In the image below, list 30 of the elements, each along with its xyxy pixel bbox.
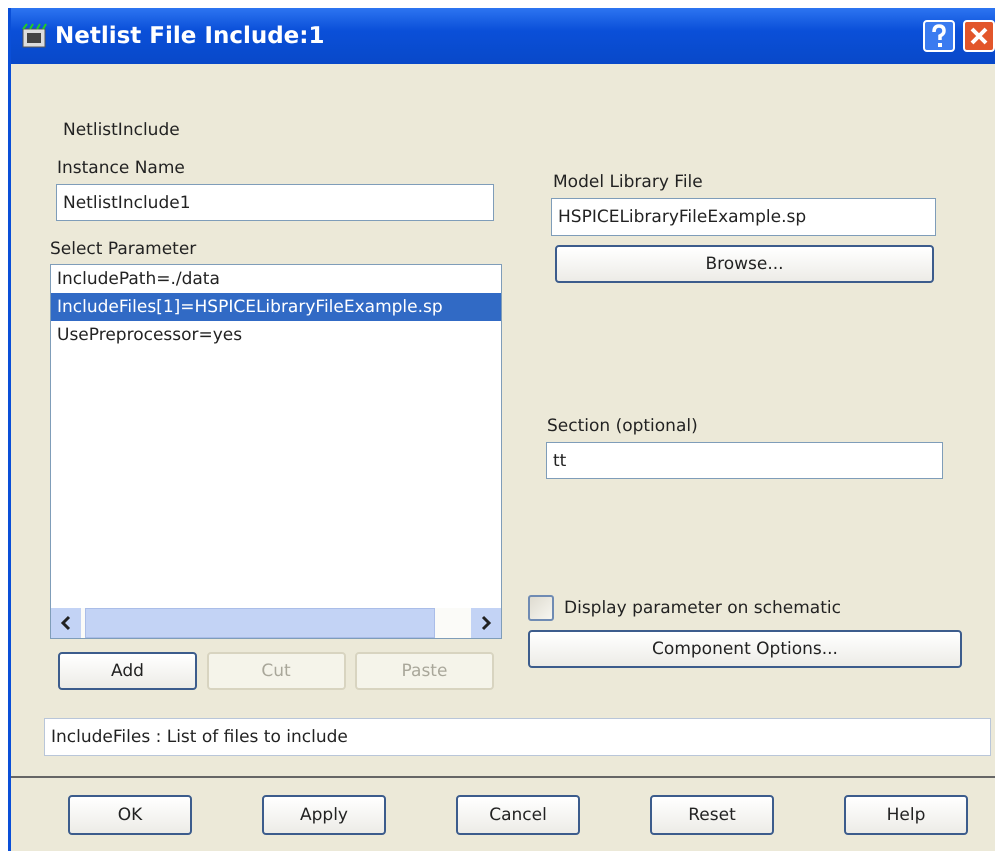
help-icon[interactable]	[923, 20, 955, 52]
parameter-item[interactable]: IncludePath=./data	[51, 265, 501, 293]
window-title: Netlist File Include:1	[55, 23, 326, 49]
component-label: NetlistInclude	[63, 120, 181, 140]
display-parameter-checkbox[interactable]	[528, 595, 554, 621]
select-parameter-label: Select Parameter	[50, 239, 198, 259]
app-icon	[21, 23, 47, 49]
model-library-file-field[interactable]: HSPICELibraryFileExample.sp	[551, 198, 936, 236]
dialog-button[interactable]: Cancel	[456, 795, 580, 835]
instance-name-label: Instance Name	[57, 158, 186, 178]
model-library-file-label: Model Library File	[553, 172, 704, 192]
horizontal-scrollbar[interactable]	[51, 608, 501, 638]
section-field[interactable]: tt	[546, 442, 943, 479]
close-icon[interactable]	[963, 20, 995, 52]
parameter-item[interactable]: UsePreprocessor=yes	[51, 321, 501, 349]
scroll-right-icon[interactable]	[471, 608, 501, 638]
list-button[interactable]: Add	[58, 652, 197, 690]
dialog-button[interactable]: Reset	[650, 795, 774, 835]
section-label: Section (optional)	[547, 416, 699, 436]
dialog-button[interactable]: Help	[844, 795, 968, 835]
parameter-item[interactable]: IncludeFiles[1]=HSPICELibraryFileExample.sp	[51, 293, 501, 321]
status-field: IncludeFiles : List of files to include	[44, 718, 991, 756]
scroll-thumb[interactable]	[85, 608, 435, 638]
scroll-left-icon[interactable]	[51, 608, 81, 638]
browse-button[interactable]: Browse...	[555, 245, 934, 283]
display-parameter-label: Display parameter on schematic	[564, 598, 841, 618]
dialog-button[interactable]: OK	[68, 795, 192, 835]
instance-name-field[interactable]: NetlistInclude1	[56, 184, 494, 221]
component-options-button[interactable]: Component Options...	[528, 630, 962, 668]
dialog-button[interactable]: Apply	[262, 795, 386, 835]
